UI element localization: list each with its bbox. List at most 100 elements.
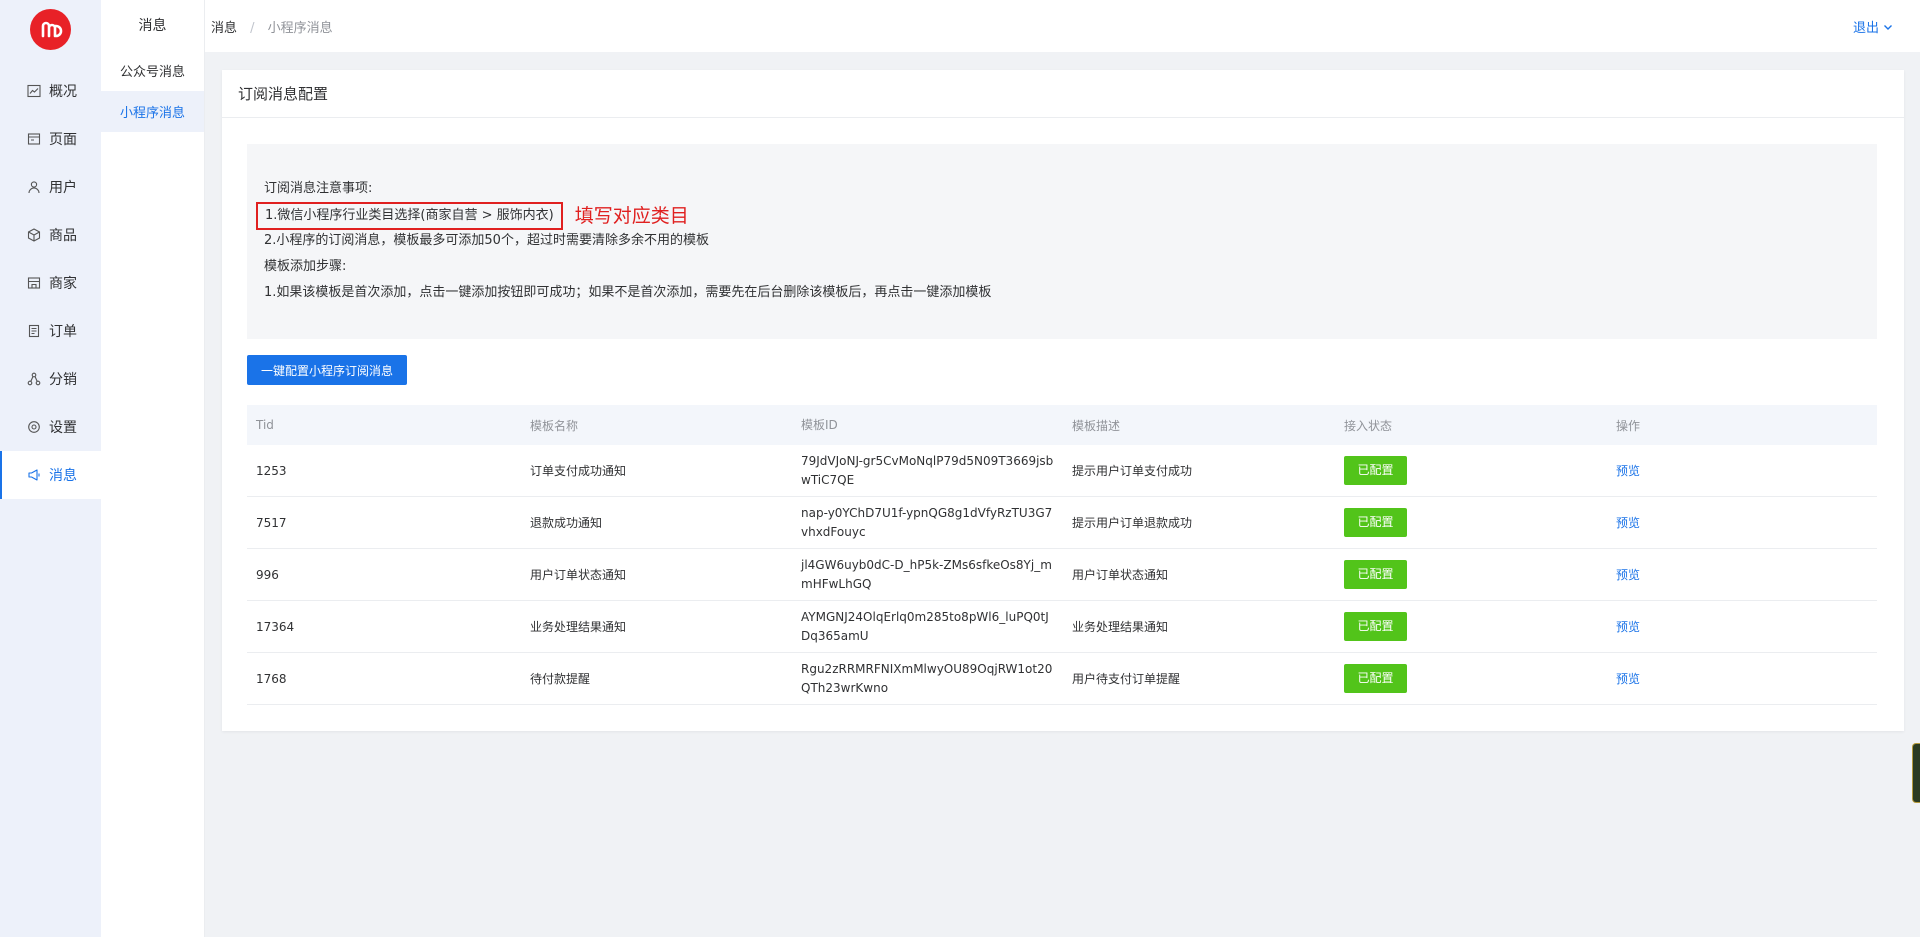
sidebar-item-label: 订单 (49, 324, 77, 340)
sidebar-item-8[interactable]: 消息 (0, 451, 101, 499)
megaphone-icon (26, 467, 42, 483)
cell-template-desc: 提示用户订单支付成功 (1072, 464, 1193, 478)
cell-template-desc: 用户待支付订单提醒 (1072, 672, 1181, 686)
preview-link[interactable]: 预览 (1616, 672, 1640, 686)
cell-action: 预览 (1607, 462, 1877, 479)
sidebar-item-label: 分销 (49, 372, 77, 388)
cell-action: 预览 (1607, 514, 1877, 531)
cell-template-id: Rgu2zRRMRFNIXmMlwyOU89OqjRW1ot20QTh23wrK… (801, 661, 1053, 695)
cell-template-id: jl4GW6uyb0dC-D_hP5k-ZMs6sfkeOs8Yj_mmHFwL… (801, 557, 1052, 591)
sidebar-item-label: 概况 (49, 84, 77, 100)
table-row: 7517 退款成功通知 nap-y0YChD7U1f-ypnQG8g1dVfyRzT… (247, 497, 1877, 549)
sidebar-item-label: 消息 (49, 468, 77, 484)
table-row: 1768 待付款提醒 Rgu2zRRMRFNIXmMlwyOU89OqjRW1ot2… (247, 653, 1877, 705)
table-row: 1253 订单支付成功通知 79JdVJoNJ-gr5CvMoNqlP79d5N09… (247, 445, 1877, 497)
column-header: 接入状态 (1344, 418, 1393, 433)
sidebar-item-2[interactable]: 用户 (0, 163, 101, 211)
column-header: 操作 (1616, 418, 1641, 433)
cell-template-name: 退款成功通知 (530, 516, 603, 530)
sidebar-item-5[interactable]: 订单 (0, 307, 101, 355)
box-icon (26, 227, 42, 243)
secondary-sidebar: 消息 公众号消息 小程序消息 (101, 0, 205, 937)
column-header: 模板ID (801, 417, 838, 432)
column-header: 模板描述 (1072, 418, 1121, 433)
preview-link[interactable]: 预览 (1616, 620, 1640, 634)
sidebar-item-label: 商品 (49, 228, 77, 244)
template-table: Tid 模板名称 模板ID 模板描述 接入状态 操作 1253 订单支付成功通知 79JdVJ… (247, 405, 1877, 705)
card-title: 订阅消息配置 (222, 70, 1904, 118)
breadcrumb: 消息 / 小程序消息 (211, 17, 333, 36)
cell-tid: 996 (256, 567, 279, 582)
cell-tid: 1768 (256, 671, 287, 686)
logo-mark-icon (41, 21, 62, 37)
gear-icon (26, 419, 42, 435)
cell-template-name: 订单支付成功通知 (530, 464, 627, 478)
cell-action: 预览 (1607, 566, 1877, 583)
network-icon (26, 371, 42, 387)
subnav-list: 公众号消息 小程序消息 (101, 50, 204, 132)
preview-link[interactable]: 预览 (1616, 464, 1640, 478)
cell-status: 已配置 (1335, 508, 1607, 537)
cell-template-id: 79JdVJoNJ-gr5CvMoNqlP79d5N09T3669jsbwTiC… (801, 453, 1054, 487)
cell-template-id: nap-y0YChD7U1f-ypnQG8g1dVfyRzTU3G7vhxdFo… (801, 505, 1053, 539)
notice-item-1: 1.微信小程序行业类目选择(商家自营 > 服饰内衣) 填写对应类目 (256, 202, 1877, 230)
configured-status-button[interactable]: 已配置 (1344, 664, 1407, 693)
cell-template-name: 待付款提醒 (530, 672, 591, 686)
cell-template-desc: 用户订单状态通知 (1072, 568, 1169, 582)
cell-template-name: 用户订单状态通知 (530, 568, 627, 582)
table-row: 996 用户订单状态通知 jl4GW6uyb0dC-D_hP5k-ZMs6sfkeO… (247, 549, 1877, 601)
sidebar-item-label: 商家 (49, 276, 77, 292)
chevron-down-icon (1884, 24, 1892, 30)
preview-link[interactable]: 预览 (1616, 516, 1640, 530)
subnav-title: 消息 (138, 18, 167, 34)
sidebar-item-0[interactable]: 概况 (0, 67, 101, 115)
sidebar-item-label: 用户 (49, 180, 77, 196)
subnav-item-1[interactable]: 小程序消息 (101, 91, 204, 132)
sidebar-item-1[interactable]: 页面 (0, 115, 101, 163)
notice-item-2: 2.小程序的订阅消息，模板最多可添加50个，超过时需要清除多余不用的模板 (264, 233, 709, 248)
cell-status: 已配置 (1335, 456, 1607, 485)
page-icon (26, 131, 42, 147)
logo[interactable] (30, 9, 71, 50)
sidebar-item-label: 设置 (49, 420, 77, 436)
subscription-config-card: 订阅消息配置 订阅消息注意事项: 1.微信小程序行业类目选择(商家自营 > 服饰… (222, 70, 1904, 731)
floating-side-widget[interactable] (1912, 743, 1920, 803)
breadcrumb-separator: / (250, 20, 255, 36)
sidebar-item-7[interactable]: 设置 (0, 403, 101, 451)
cell-template-desc: 提示用户订单退款成功 (1072, 516, 1193, 530)
table-header: Tid 模板名称 模板ID 模板描述 接入状态 操作 (247, 405, 1877, 445)
cell-tid: 1253 (256, 463, 287, 478)
configured-status-button[interactable]: 已配置 (1344, 456, 1407, 485)
table-row: 17364 业务处理结果通知 AYMGNJ24OlqErlq0m285to8pWl6… (247, 601, 1877, 653)
one-click-config-button[interactable]: 一键配置小程序订阅消息 (247, 355, 407, 385)
notice-steps-heading: 模板添加步骤: (264, 259, 347, 274)
sidebar-item-3[interactable]: 商品 (0, 211, 101, 259)
logout-label: 退出 (1852, 21, 1879, 36)
configured-status-button[interactable]: 已配置 (1344, 560, 1407, 589)
sidebar-item-label: 页面 (49, 132, 77, 148)
notice-heading: 订阅消息注意事项: (264, 181, 373, 196)
sidebar-item-6[interactable]: 分销 (0, 355, 101, 403)
highlighted-category-note: 1.微信小程序行业类目选择(商家自营 > 服饰内衣) (256, 202, 563, 230)
sidebar-item-4[interactable]: 商家 (0, 259, 101, 307)
cell-action: 预览 (1607, 670, 1877, 687)
cell-status: 已配置 (1335, 664, 1607, 693)
notice-step-1: 1.如果该模板是首次添加，点击一键添加按钮即可成功；如果不是首次添加，需要先在后… (264, 285, 992, 300)
column-header: 模板名称 (530, 418, 579, 433)
preview-link[interactable]: 预览 (1616, 568, 1640, 582)
configured-status-button[interactable]: 已配置 (1344, 508, 1407, 537)
subnav-item-0[interactable]: 公众号消息 (101, 50, 204, 91)
cell-tid: 7517 (256, 515, 287, 530)
user-icon (26, 179, 42, 195)
breadcrumb-root[interactable]: 消息 (211, 21, 237, 36)
primary-nav: 概况页面用户商品商家订单分销设置消息 (0, 67, 101, 499)
chart-icon (26, 83, 42, 99)
configured-status-button[interactable]: 已配置 (1344, 612, 1407, 641)
breadcrumb-current: 小程序消息 (267, 20, 333, 36)
logout-button[interactable]: 退出 (1853, 17, 1893, 36)
annotation-text: 填写对应类目 (574, 204, 689, 227)
column-header: Tid (256, 418, 274, 432)
table-body: 1253 订单支付成功通知 79JdVJoNJ-gr5CvMoNqlP79d5N09… (247, 445, 1877, 705)
cell-template-id: AYMGNJ24OlqErlq0m285to8pWl6_luPQ0tJDq365… (801, 609, 1049, 643)
notice-box: 订阅消息注意事项: 1.微信小程序行业类目选择(商家自营 > 服饰内衣) 填写对应… (247, 144, 1877, 339)
